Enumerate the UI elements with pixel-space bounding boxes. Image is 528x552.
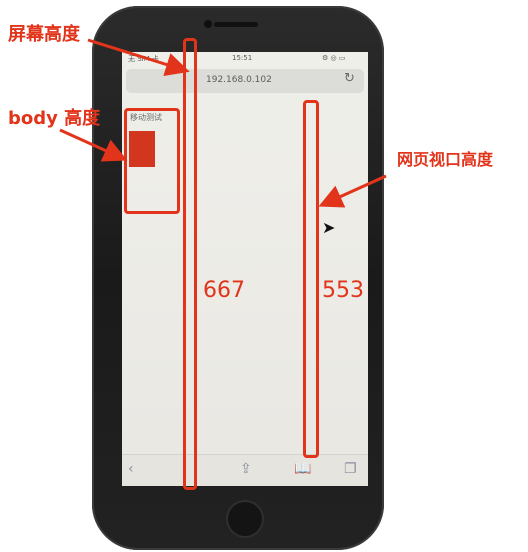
screen-height-value: 667 [203,278,245,303]
body-arrow [59,128,128,162]
screen-height-label: 屏幕高度 [8,24,80,45]
viewport-height-label: 网页视口高度 [397,150,494,169]
annotation-arrows [59,38,387,208]
viewport-height-value: 553 [322,278,364,303]
viewport-arrow [318,174,387,208]
cursor-icon: ➤ [322,218,336,237]
screen-arrow [87,38,190,77]
body-height-label: body 高度 [8,108,101,129]
